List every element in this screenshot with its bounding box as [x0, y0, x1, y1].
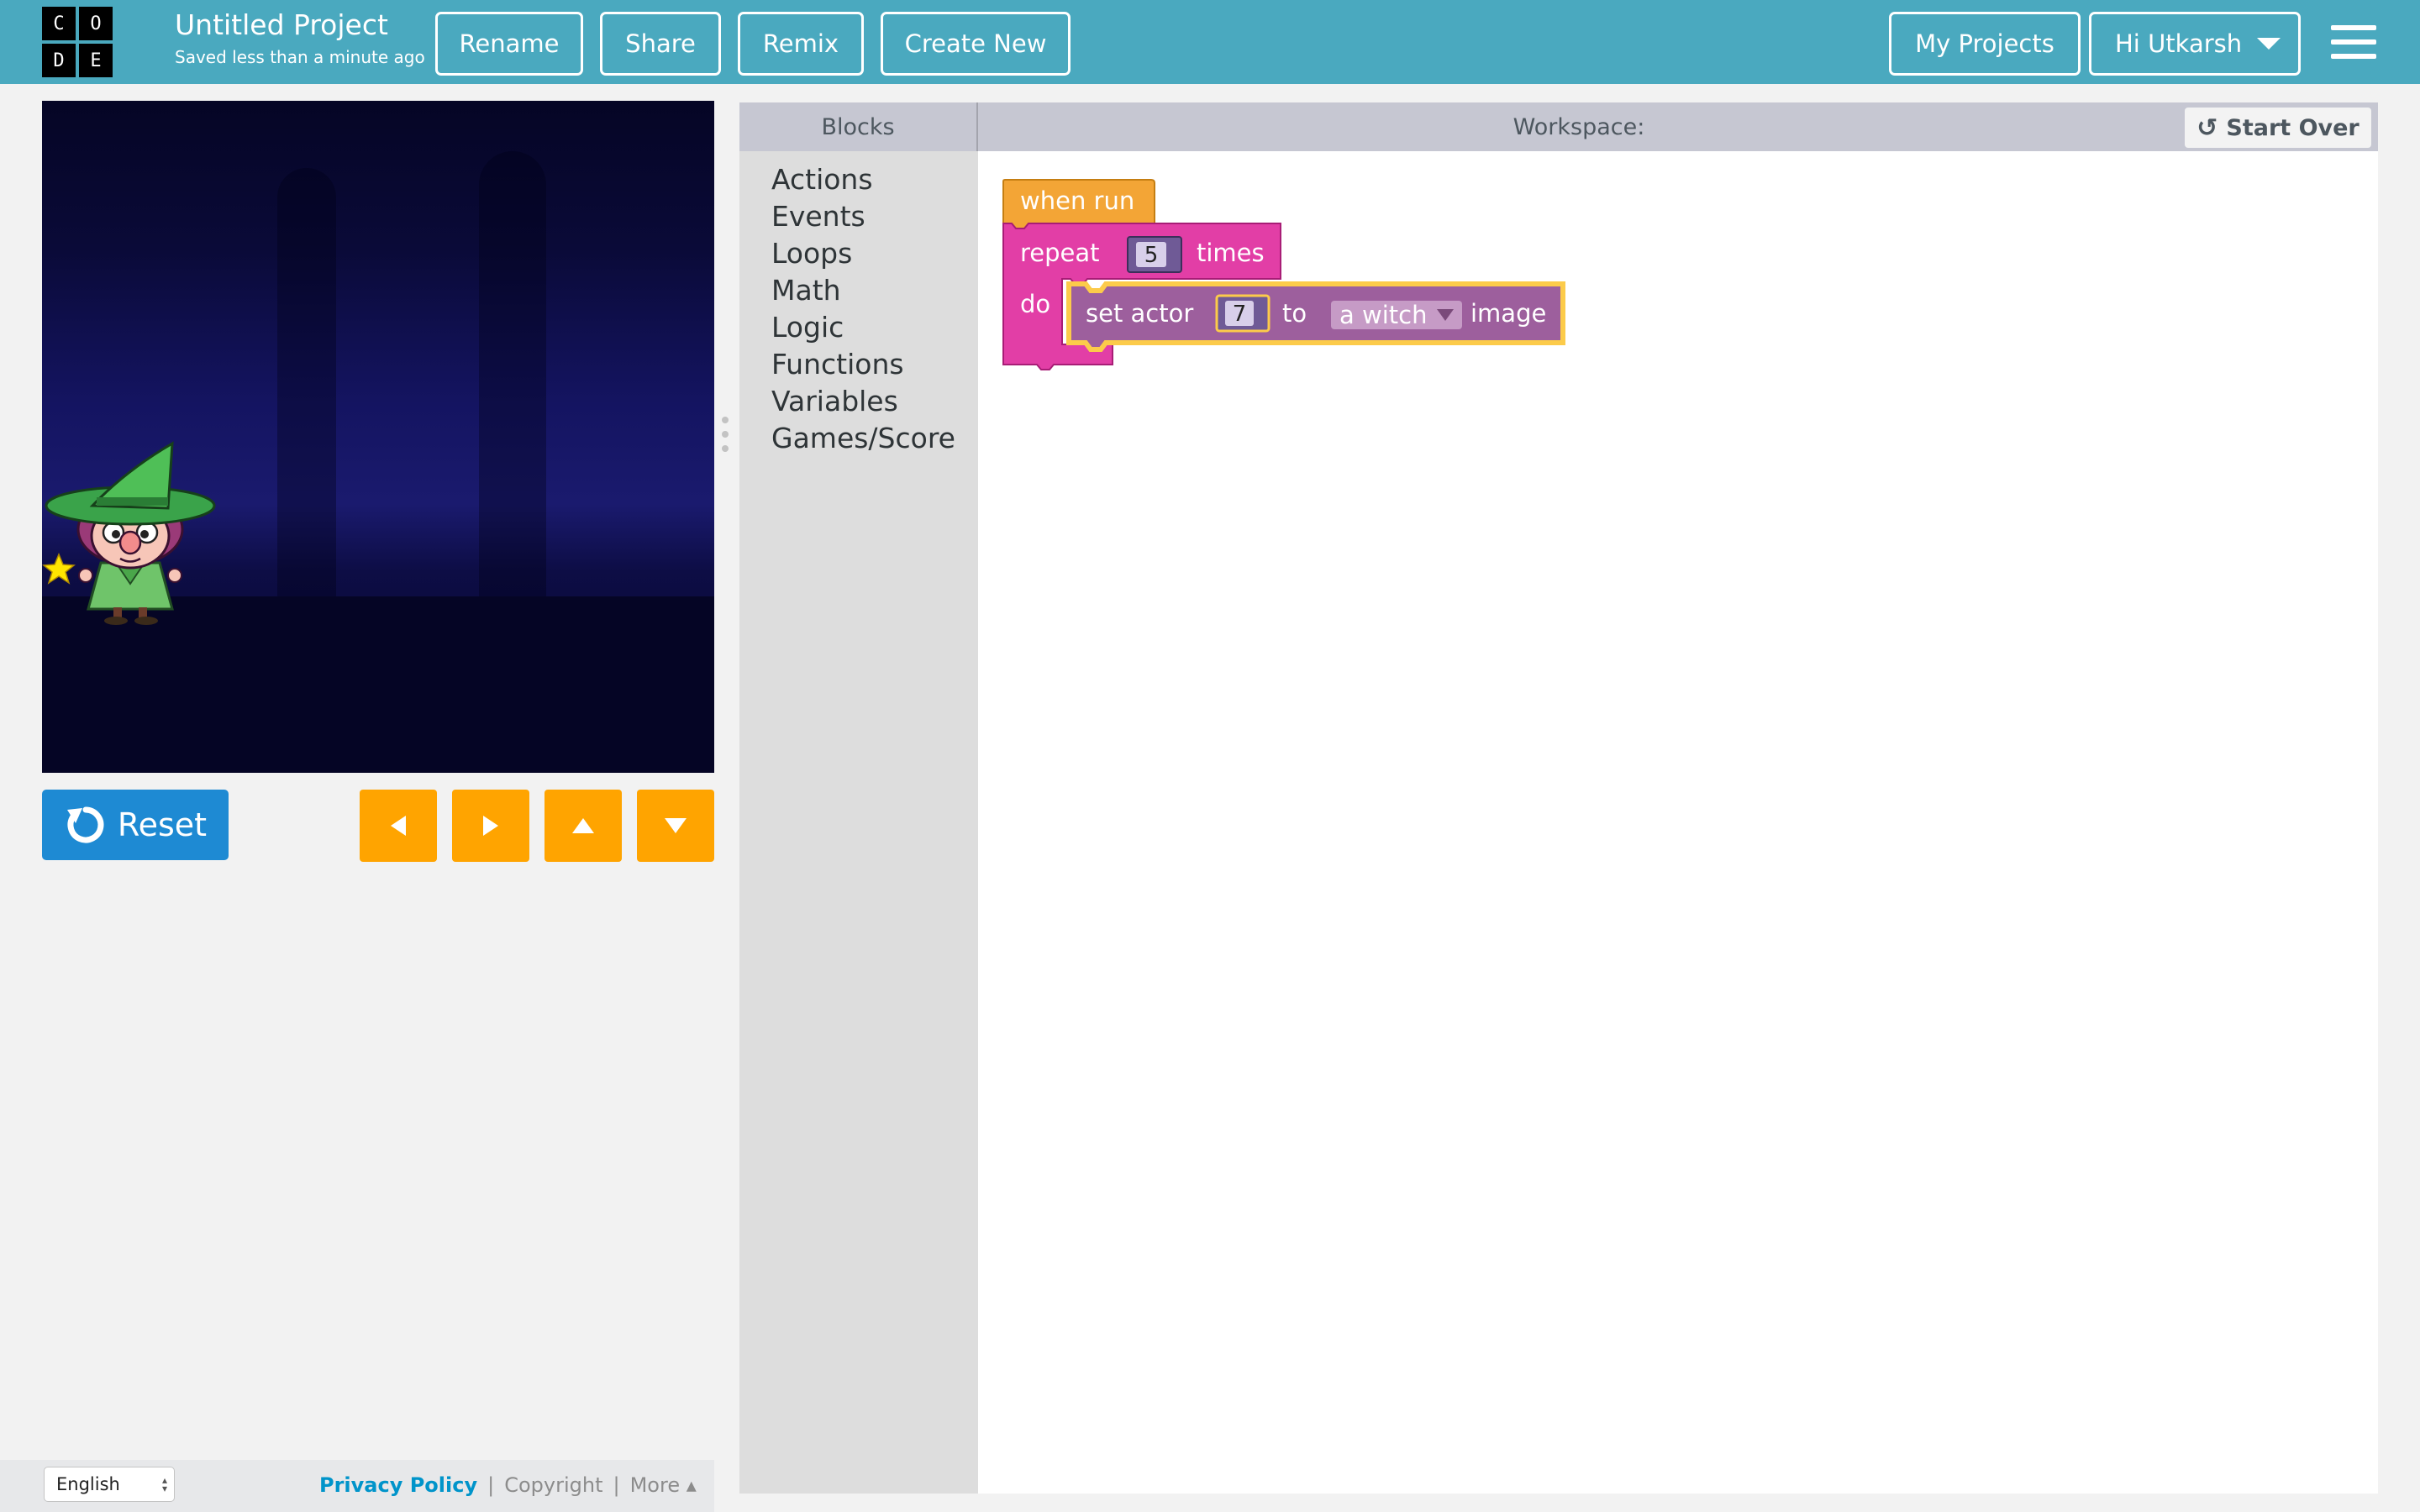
reset-button[interactable]: Reset [42, 790, 229, 860]
actor-number-value: 7 [1233, 302, 1247, 327]
forest-tree [479, 151, 546, 605]
logo-letter-e: E [79, 44, 113, 77]
category-loops[interactable]: Loops [771, 235, 955, 272]
up-arrow-icon [572, 818, 594, 833]
privacy-policy-link[interactable]: Privacy Policy [319, 1473, 477, 1497]
repeat-count-value: 5 [1144, 243, 1159, 268]
my-projects-button[interactable]: My Projects [1889, 12, 2081, 76]
blocks-toolbox: Blocks Actions Events Loops Math Logic F… [739, 102, 978, 1494]
set-actor-block[interactable]: set actor 7 to a witch image [1066, 281, 1565, 352]
image-label: image [1470, 299, 1546, 328]
category-variables[interactable]: Variables [771, 383, 955, 420]
witch-sprite [42, 441, 216, 625]
toolbox-header: Blocks [739, 102, 978, 151]
project-title: Untitled Project [175, 8, 388, 41]
start-over-button[interactable]: ↺ Start Over [2185, 108, 2371, 148]
workspace-title: Workspace: [1512, 113, 1645, 140]
reset-label: Reset [117, 806, 208, 843]
when-run-label: when run [1020, 186, 1134, 215]
copyright-link[interactable]: Copyright [504, 1473, 602, 1497]
logo-letter-o: O [79, 7, 113, 40]
logo-letter-c: C [42, 7, 76, 40]
footer-separator: | [487, 1473, 495, 1497]
down-arrow-icon [665, 818, 687, 833]
category-actions[interactable]: Actions [771, 161, 955, 198]
forest-tree [277, 168, 336, 605]
right-arrow-icon [483, 816, 498, 836]
left-arrow-icon [391, 816, 406, 836]
category-functions[interactable]: Functions [771, 346, 955, 383]
category-list: Actions Events Loops Math Logic Function… [771, 161, 955, 457]
user-menu-button[interactable]: Hi Utkarsh [2089, 12, 2301, 76]
category-games-score[interactable]: Games/Score [771, 420, 955, 457]
remix-button[interactable]: Remix [738, 12, 864, 76]
left-arrow-button[interactable] [360, 790, 437, 862]
to-label: to [1282, 299, 1307, 328]
logo-letter-d: D [42, 44, 76, 77]
create-new-button[interactable]: Create New [881, 12, 1071, 76]
language-select[interactable]: English ▴ ▾ [44, 1467, 175, 1502]
undo-icon: ↺ [2196, 113, 2218, 143]
caret-down-icon [2257, 38, 2281, 50]
category-logic[interactable]: Logic [771, 309, 955, 346]
set-actor-label: set actor [1086, 299, 1193, 328]
repeat-label: repeat [1020, 239, 1100, 267]
category-events[interactable]: Events [771, 198, 955, 235]
top-header: C O D E Untitled Project Saved less than… [0, 0, 2420, 84]
do-label: do [1020, 290, 1050, 318]
panel-resize-handle[interactable] [721, 417, 729, 452]
block-program: when run repeat 5 times do set actor 7 t… [1002, 179, 1565, 370]
workspace-header: Workspace: ↺ Start Over [978, 102, 2378, 151]
up-arrow-button[interactable] [544, 790, 622, 862]
language-value: English [56, 1474, 120, 1494]
rename-button[interactable]: Rename [435, 12, 583, 76]
share-button[interactable]: Share [600, 12, 721, 76]
game-stage[interactable] [42, 101, 714, 773]
footer-links: Privacy Policy | Copyright | More ▴ [319, 1473, 697, 1497]
down-arrow-button[interactable] [637, 790, 714, 862]
user-greeting: Hi Utkarsh [2115, 29, 2243, 58]
when-run-block[interactable]: when run [1002, 179, 1155, 229]
footer: English ▴ ▾ Privacy Policy | Copyright | More… [0, 1460, 714, 1512]
times-label: times [1197, 239, 1265, 267]
save-status: Saved less than a minute ago [175, 47, 425, 67]
code-logo[interactable]: C O D E [42, 7, 116, 77]
start-over-label: Start Over [2226, 114, 2360, 141]
right-arrow-button[interactable] [452, 790, 529, 862]
footer-separator: | [613, 1473, 620, 1497]
hamburger-icon[interactable] [2331, 25, 2376, 59]
more-link[interactable]: More ▴ [630, 1473, 697, 1497]
reset-icon [66, 806, 104, 843]
select-caret-icon: ▴ ▾ [161, 1474, 167, 1494]
category-math[interactable]: Math [771, 272, 955, 309]
image-dropdown-value: a witch [1339, 301, 1427, 329]
